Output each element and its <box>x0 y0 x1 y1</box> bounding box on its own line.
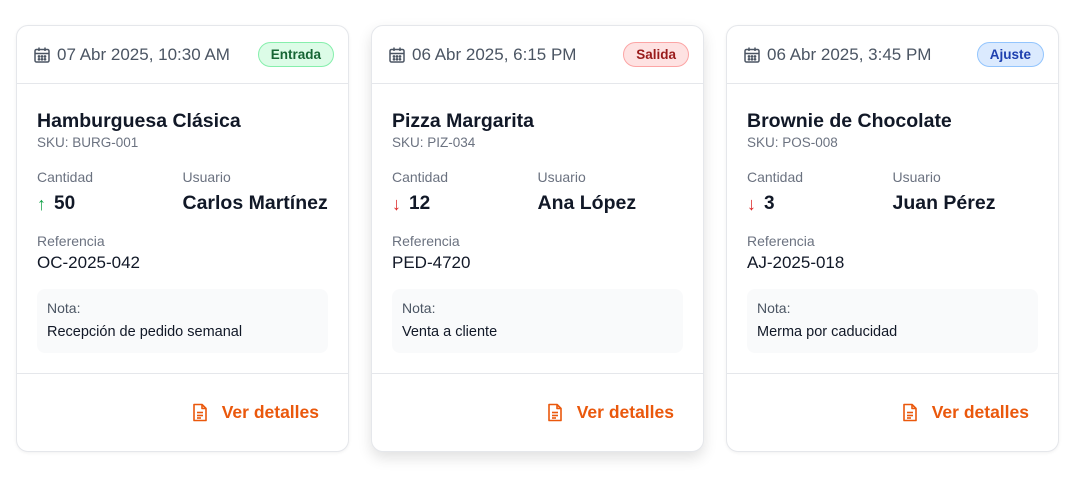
quantity-block: Cantidad ↓ 3 <box>747 168 893 218</box>
card-footer: Ver detalles <box>17 373 348 451</box>
view-details-button[interactable]: Ver detalles <box>902 402 1029 423</box>
arrow-down-icon: ↓ <box>392 194 401 214</box>
view-details-button[interactable]: Ver detalles <box>547 402 674 423</box>
note-text: Merma por caducidad <box>757 324 898 340</box>
product-name: Pizza Margarita <box>392 110 534 132</box>
product-name: Brownie de Chocolate <box>747 110 952 132</box>
movement-card: 06 Abr 2025, 6:15 PM Salida Pizza Margar… <box>371 25 704 452</box>
user-label: Usuario <box>537 169 586 185</box>
reference-label: Referencia <box>747 233 815 249</box>
note-label: Nota: <box>757 300 791 316</box>
arrow-up-icon: ↑ <box>37 194 46 214</box>
user-label: Usuario <box>892 169 941 185</box>
reference-block: Referencia OC-2025-042 <box>37 232 328 273</box>
card-date: 06 Abr 2025, 3:45 PM <box>743 45 931 65</box>
user-label: Usuario <box>182 169 231 185</box>
view-details-label: Ver detalles <box>931 402 1029 422</box>
card-header: 06 Abr 2025, 6:15 PM Salida <box>372 26 703 84</box>
quantity-value: 50 <box>54 193 76 214</box>
note-label: Nota: <box>47 300 81 316</box>
card-body: Pizza Margarita SKU: PIZ-034 Cantidad ↓ … <box>372 84 703 373</box>
user-block: Usuario Ana López <box>538 168 684 218</box>
view-details-label: Ver detalles <box>221 402 319 422</box>
stats-row: Cantidad ↓ 3 Usuario Juan Pérez <box>747 168 1038 218</box>
card-body: Brownie de Chocolate SKU: POS-008 Cantid… <box>727 84 1058 373</box>
note-box: Nota: Venta a cliente <box>392 289 683 353</box>
movement-card: 07 Abr 2025, 10:30 AM Entrada Hamburgues… <box>16 25 349 452</box>
quantity-block: Cantidad ↓ 12 <box>392 168 538 218</box>
product-sku: SKU: BURG-001 <box>37 135 139 150</box>
calendar-icon <box>389 47 405 63</box>
date-text: 06 Abr 2025, 6:15 PM <box>412 44 577 64</box>
note-box: Nota: Recepción de pedido semanal <box>37 289 328 353</box>
product-sku: SKU: POS-008 <box>747 135 838 150</box>
user-name: Ana López <box>537 192 637 214</box>
status-badge: Ajuste <box>976 42 1044 67</box>
stats-row: Cantidad ↑ 50 Usuario Carlos Martínez <box>37 168 328 218</box>
movement-card: 06 Abr 2025, 3:45 PM Ajuste Brownie de C… <box>726 25 1059 452</box>
user-block: Usuario Carlos Martínez <box>183 168 329 218</box>
stats-row: Cantidad ↓ 12 Usuario Ana López <box>392 168 683 218</box>
reference-value: AJ-2025-018 <box>747 253 845 272</box>
card-header: 06 Abr 2025, 3:45 PM Ajuste <box>727 26 1058 84</box>
reference-value: PED-4720 <box>392 253 471 272</box>
card-footer: Ver detalles <box>372 373 703 451</box>
view-details-label: Ver detalles <box>576 402 674 422</box>
reference-block: Referencia PED-4720 <box>392 232 683 273</box>
product-sku: SKU: PIZ-034 <box>392 135 476 150</box>
user-block: Usuario Juan Pérez <box>893 168 1039 218</box>
reference-label: Referencia <box>392 233 460 249</box>
quantity-label: Cantidad <box>392 169 449 185</box>
quantity-value: 3 <box>764 193 775 214</box>
calendar-icon <box>34 47 50 63</box>
card-date: 06 Abr 2025, 6:15 PM <box>388 45 576 65</box>
reference-value: OC-2025-042 <box>37 253 141 272</box>
note-text: Venta a cliente <box>402 324 498 340</box>
card-body: Hamburguesa Clásica SKU: BURG-001 Cantid… <box>17 84 348 373</box>
quantity-block: Cantidad ↑ 50 <box>37 168 183 218</box>
product-name: Hamburguesa Clásica <box>37 110 241 132</box>
quantity-value: 12 <box>409 193 431 214</box>
card-footer: Ver detalles <box>727 373 1058 451</box>
reference-block: Referencia AJ-2025-018 <box>747 232 1038 273</box>
user-name: Carlos Martínez <box>182 192 328 214</box>
quantity-label: Cantidad <box>37 169 94 185</box>
reference-label: Referencia <box>37 233 105 249</box>
user-name: Juan Pérez <box>892 192 996 214</box>
document-icon <box>902 403 917 422</box>
arrow-down-icon: ↓ <box>747 194 756 214</box>
date-text: 06 Abr 2025, 3:45 PM <box>767 44 932 64</box>
status-badge: Entrada <box>257 42 334 67</box>
status-badge: Salida <box>623 42 689 67</box>
document-icon <box>547 403 562 422</box>
card-date: 07 Abr 2025, 10:30 AM <box>33 45 230 65</box>
note-label: Nota: <box>402 300 436 316</box>
note-box: Nota: Merma por caducidad <box>747 289 1038 353</box>
calendar-icon <box>744 47 760 63</box>
document-icon <box>192 403 207 422</box>
date-text: 07 Abr 2025, 10:30 AM <box>57 44 230 64</box>
quantity-label: Cantidad <box>747 169 804 185</box>
note-text: Recepción de pedido semanal <box>47 324 243 340</box>
view-details-button[interactable]: Ver detalles <box>192 402 319 423</box>
card-header: 07 Abr 2025, 10:30 AM Entrada <box>17 26 348 84</box>
